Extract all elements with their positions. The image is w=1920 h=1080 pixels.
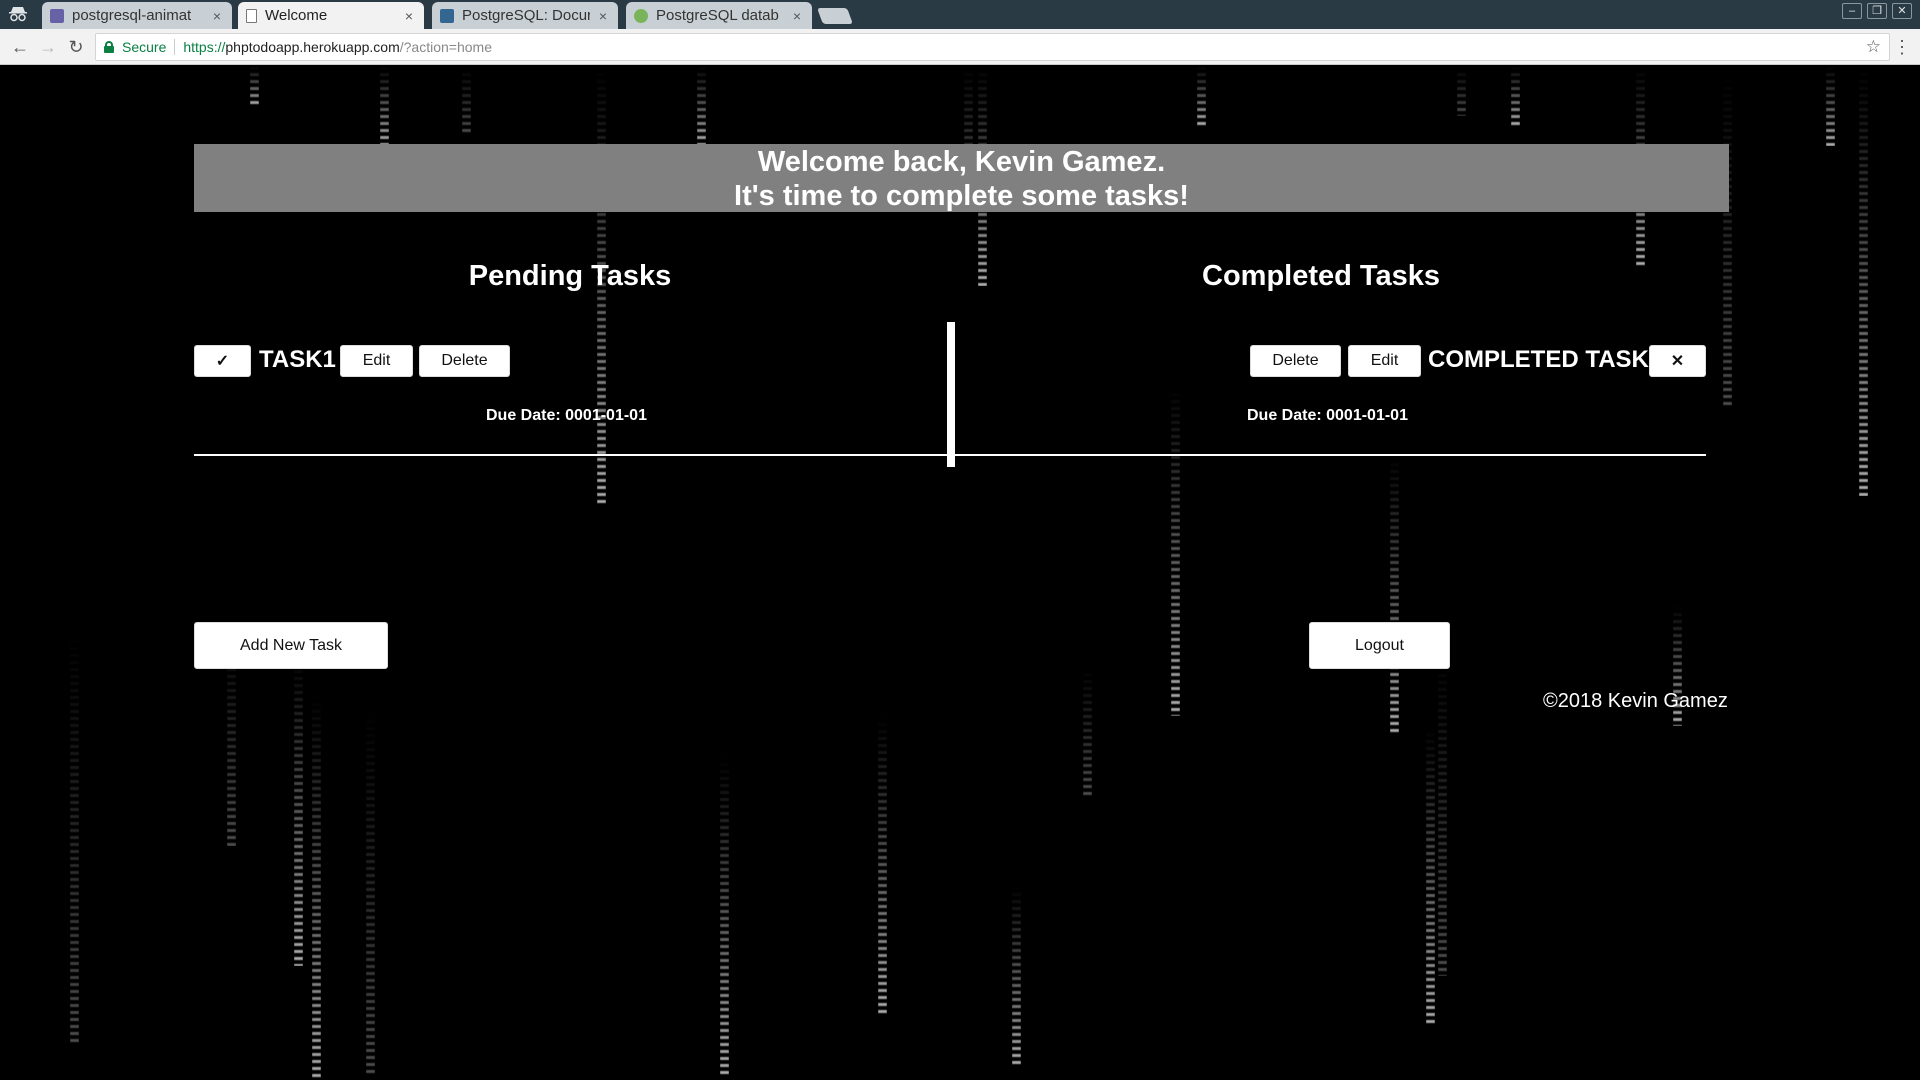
back-arrow-icon[interactable]: ← [8, 35, 32, 59]
rain-streak [1012, 886, 1021, 1066]
rain-streak [720, 756, 729, 1076]
tab-title: postgresql-animat [72, 7, 192, 24]
rain-streak [1438, 646, 1447, 976]
close-window-icon[interactable]: ✕ [1892, 3, 1912, 19]
url-path: /?action=home [399, 39, 492, 55]
tab-title: PostgreSQL datab [656, 7, 779, 24]
completed-task-name: COMPLETED TASK [1428, 346, 1649, 373]
rain-streak [462, 66, 471, 136]
delete-pending-task-button[interactable]: Delete [419, 345, 510, 377]
new-tab-button[interactable] [817, 8, 853, 24]
complete-task-button[interactable]: ✓ [194, 345, 251, 377]
welcome-line: Welcome back, Kevin Gamez. [757, 146, 1166, 178]
url-host: phptodoapp.herokuapp.com [225, 39, 400, 55]
tab-title: Welcome [265, 7, 328, 24]
heroku-favicon-icon [50, 8, 64, 23]
address-separator [174, 39, 176, 55]
logout-button[interactable]: Logout [1309, 622, 1450, 669]
rain-streak [1197, 66, 1206, 126]
incognito-icon [9, 7, 27, 22]
edit-completed-task-button[interactable]: Edit [1348, 345, 1421, 377]
tab-title: PostgreSQL: Docur [462, 7, 590, 24]
column-divider [947, 322, 955, 467]
restore-window-icon[interactable]: ❐ [1867, 3, 1887, 19]
tab-close-icon[interactable]: × [402, 8, 416, 24]
rain-streak [312, 696, 321, 1080]
rain-streak [1723, 66, 1732, 406]
tab-postgresql-database[interactable]: PostgreSQL datab × [626, 2, 812, 29]
browser-menu-icon[interactable]: ⋮ [1893, 35, 1911, 59]
page-viewport: Welcome back, Kevin Gamez. It's time to … [0, 66, 1920, 1080]
rain-streak [1426, 726, 1435, 1026]
browser-tabstrip: postgresql-animat × Welcome × PostgreSQL… [0, 0, 1920, 29]
rain-streak [294, 656, 303, 966]
rain-streak [250, 66, 259, 106]
pending-tasks-title: Pending Tasks [468, 260, 672, 292]
tab-postgresql-animation[interactable]: postgresql-animat × [42, 2, 232, 29]
lock-icon [104, 41, 114, 53]
welcome-subline: It's time to complete some tasks! [734, 180, 1189, 212]
address-bar[interactable]: Secure https:// phptodoapp.herokuapp.com… [95, 33, 1890, 61]
url-scheme: https:// [183, 39, 226, 55]
rain-streak [1457, 66, 1466, 116]
copyright-footer: ©2018 Kevin Gamez [1543, 690, 1728, 712]
database-favicon-icon [634, 8, 648, 23]
reload-icon[interactable]: ↻ [64, 35, 88, 59]
rain-streak [380, 66, 389, 146]
rain-streak [1390, 456, 1399, 736]
delete-completed-task-button[interactable]: Delete [1250, 345, 1341, 377]
rain-streak [1826, 66, 1835, 146]
tab-close-icon[interactable]: × [596, 8, 610, 24]
matrix-rain-background [0, 66, 1920, 1080]
pending-task-name: TASK1 [259, 346, 336, 373]
edit-pending-task-button[interactable]: Edit [340, 345, 413, 377]
tab-welcome[interactable]: Welcome × [238, 2, 424, 29]
forward-arrow-icon[interactable]: → [36, 35, 60, 59]
page-favicon-icon [246, 8, 257, 23]
completed-tasks-title: Completed Tasks [1202, 260, 1440, 292]
completed-task-due-date: Due Date: 0001-01-01 [1247, 407, 1408, 424]
rain-streak [697, 66, 706, 146]
rain-streak [70, 626, 79, 1046]
rain-streak [1083, 666, 1092, 796]
add-new-task-button[interactable]: Add New Task [194, 622, 388, 669]
postgresql-favicon-icon [440, 8, 454, 23]
uncomplete-task-button[interactable]: ✕ [1649, 345, 1706, 377]
rain-streak [1511, 66, 1520, 126]
browser-toolbar: ← → ↻ Secure https:// phptodoapp.herokua… [0, 29, 1920, 65]
welcome-banner: Welcome back, Kevin Gamez. It's time to … [194, 144, 1729, 212]
security-label: Secure [122, 39, 167, 55]
rain-streak [878, 716, 887, 1016]
pending-task-due-date: Due Date: 0001-01-01 [486, 407, 647, 424]
tab-postgresql-docs[interactable]: PostgreSQL: Docur × [432, 2, 618, 29]
minimize-window-icon[interactable]: – [1842, 3, 1862, 19]
bookmark-star-icon[interactable]: ☆ [1866, 37, 1881, 57]
task-list-divider [194, 454, 1706, 456]
tab-close-icon[interactable]: × [790, 8, 804, 24]
rain-streak [1171, 386, 1180, 716]
rain-streak [1859, 66, 1868, 496]
tab-close-icon[interactable]: × [210, 8, 224, 24]
rain-streak [366, 706, 375, 1076]
